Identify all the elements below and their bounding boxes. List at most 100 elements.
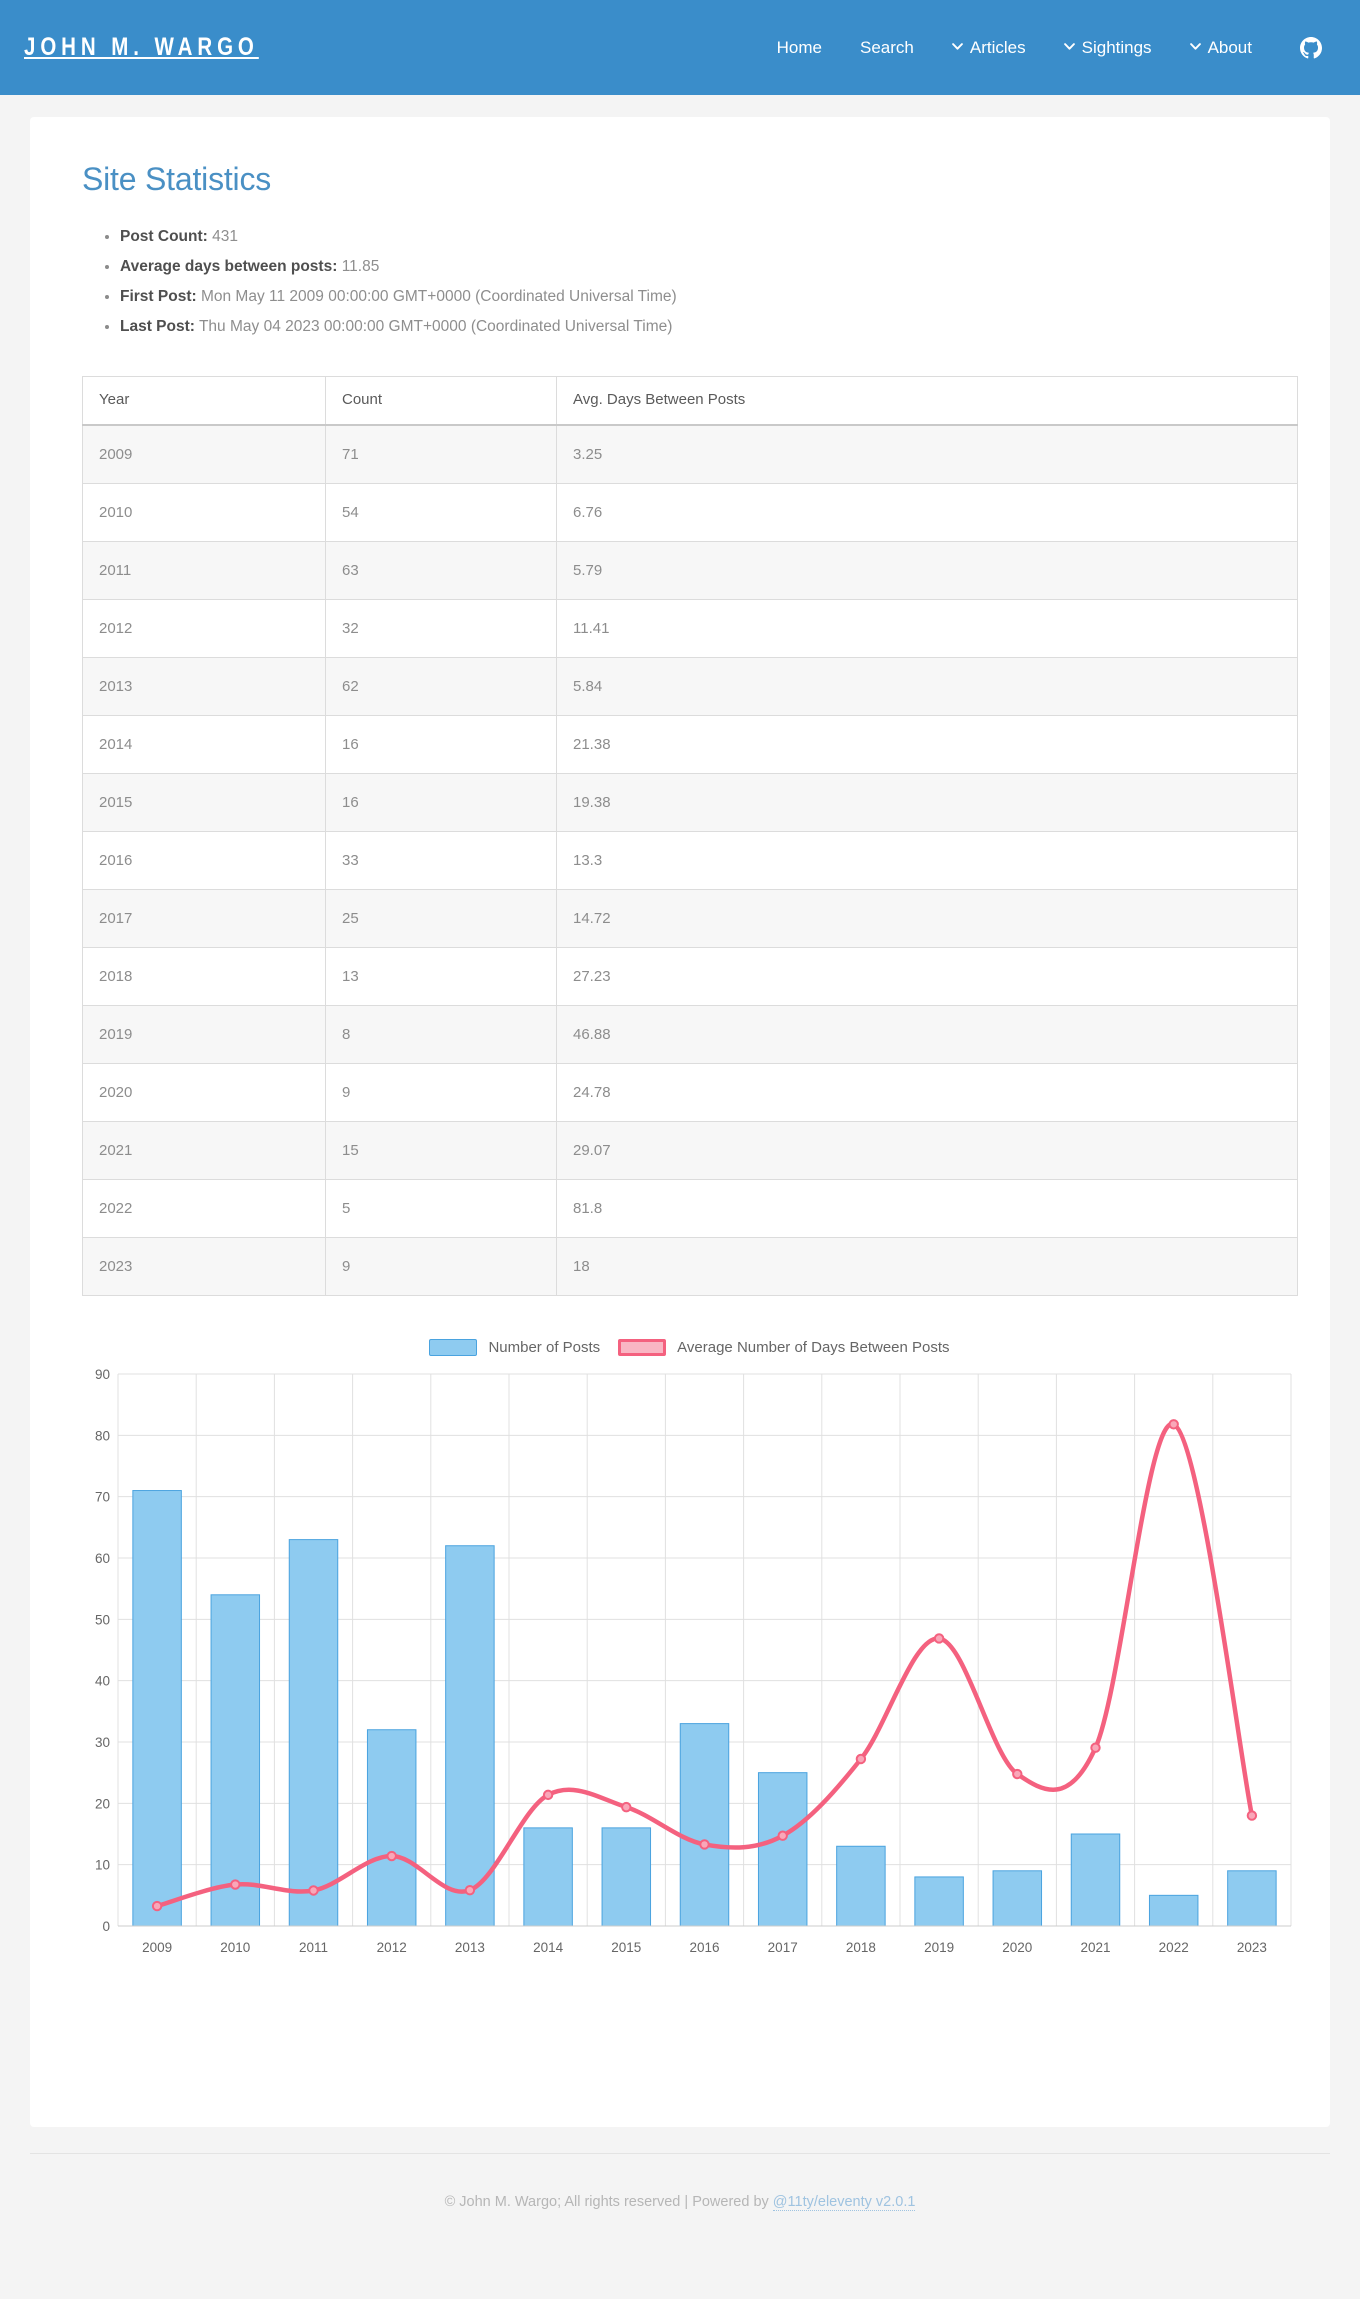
legend-item-number-of-posts[interactable]: Number of Posts <box>429 1338 600 1356</box>
nav-item-home[interactable]: Home <box>777 38 822 58</box>
chevron-down-icon <box>952 41 963 52</box>
bar[interactable] <box>601 1827 652 1927</box>
x-axis-tick-label: 2009 <box>142 1940 172 1955</box>
cell-year: 2020 <box>82 1063 326 1122</box>
line-data-point[interactable] <box>151 1900 163 1912</box>
bar[interactable] <box>679 1723 730 1927</box>
line-data-point[interactable] <box>1168 1419 1179 1430</box>
bar[interactable] <box>757 1772 808 1927</box>
bar[interactable] <box>1070 1833 1121 1927</box>
cell-avg-days: 29.07 <box>556 1121 1298 1180</box>
bar[interactable] <box>1227 1870 1277 1927</box>
table-row: 2010 54 6.76 <box>82 483 1298 542</box>
cell-avg-days: 46.88 <box>556 1005 1298 1064</box>
stat-label: Post Count: <box>120 228 208 245</box>
cell-year: 2014 <box>82 715 326 774</box>
cell-avg-days: 14.72 <box>556 889 1298 948</box>
bar[interactable] <box>914 1876 964 1927</box>
stat-label: First Post: <box>120 288 197 305</box>
cell-count: 25 <box>325 889 557 948</box>
legend-label: Average Number of Days Between Posts <box>677 1338 950 1356</box>
cell-year: 2023 <box>82 1237 326 1296</box>
cell-year: 2019 <box>82 1005 326 1064</box>
x-axis-tick-label: 2019 <box>924 1940 954 1955</box>
column-header-year: Year <box>82 376 326 426</box>
bar[interactable] <box>523 1827 573 1927</box>
cell-count: 16 <box>325 773 557 832</box>
cell-year: 2016 <box>82 831 326 890</box>
stat-value: Mon May 11 2009 00:00:00 GMT+0000 (Coord… <box>200 288 677 305</box>
cell-avg-days: 21.38 <box>556 715 1298 774</box>
x-axis-tick-label: 2013 <box>455 1940 485 1955</box>
eleventy-link[interactable]: @11ty/eleventy v2.0.1 <box>772 2194 916 2211</box>
table-row: 2011 63 5.79 <box>82 541 1298 600</box>
legend-item-average-days[interactable]: Average Number of Days Between Posts <box>618 1338 950 1356</box>
line-data-point[interactable] <box>855 1753 867 1765</box>
cell-avg-days: 24.78 <box>556 1063 1298 1122</box>
cell-count: 13 <box>325 947 557 1006</box>
x-axis-tick-label: 2012 <box>377 1940 407 1955</box>
column-header-count: Count <box>325 376 557 426</box>
main-navigation: Home Search Articles Sightings About <box>777 36 1330 59</box>
line-data-point[interactable] <box>542 1789 554 1801</box>
table-row: 2020 9 24.78 <box>82 1063 1298 1122</box>
bar[interactable] <box>1148 1894 1199 1927</box>
nav-item-about[interactable]: About <box>1189 38 1252 58</box>
y-axis-tick-label: 40 <box>95 1674 110 1689</box>
footer-copyright: © John M. Wargo; All rights reserved | P… <box>444 2194 773 2210</box>
bar[interactable] <box>132 1490 182 1927</box>
nav-item-sightings[interactable]: Sightings <box>1063 38 1152 58</box>
site-brand-logo[interactable]: JOHN M. WARGO <box>24 33 259 62</box>
github-icon[interactable] <box>1300 36 1322 59</box>
cell-avg-days: 5.84 <box>556 657 1298 716</box>
table-row: 2017 25 14.72 <box>82 889 1298 948</box>
bar[interactable] <box>288 1539 339 1927</box>
nav-item-label: Home <box>776 37 823 57</box>
line-data-point[interactable] <box>386 1850 397 1862</box>
bar[interactable] <box>210 1594 261 1927</box>
line-data-point[interactable] <box>1012 1768 1023 1780</box>
x-axis-tick-label: 2018 <box>846 1940 876 1955</box>
chart-canvas[interactable]: 0 10 20 30 40 50 60 70 80 90 2009 2010 2011 2012 2013 2… <box>82 1366 1297 1966</box>
x-axis-tick-label: 2014 <box>533 1940 564 1955</box>
line-data-point[interactable] <box>933 1633 945 1644</box>
cell-count: 32 <box>325 599 557 658</box>
y-axis-tick-label: 80 <box>95 1428 110 1443</box>
table-row: 2021 15 29.07 <box>82 1121 1298 1180</box>
chevron-down-icon <box>1189 41 1201 52</box>
line-data-point[interactable] <box>699 1839 710 1850</box>
line-data-point[interactable] <box>777 1830 788 1841</box>
x-axis-tick-label: 2020 <box>1002 1940 1032 1955</box>
line-data-point[interactable] <box>464 1884 476 1896</box>
y-axis-tick-label: 60 <box>95 1551 110 1566</box>
cell-count: 5 <box>325 1179 557 1238</box>
main-card: Site Statistics Post Count: 431 Average … <box>30 117 1330 2127</box>
y-axis-tick-label: 30 <box>95 1735 110 1750</box>
bar[interactable] <box>836 1845 886 1927</box>
line-data-point[interactable] <box>621 1801 632 1813</box>
line-data-point[interactable] <box>1246 1810 1258 1821</box>
cell-year: 2011 <box>82 541 326 600</box>
cell-year: 2013 <box>82 657 326 716</box>
line-data-point[interactable] <box>1090 1742 1101 1753</box>
table-row: 2009 71 3.25 <box>82 424 1298 484</box>
line-data-point[interactable] <box>308 1885 319 1896</box>
line-data-point[interactable] <box>230 1879 241 1890</box>
y-axis-tick-label: 90 <box>95 1367 110 1382</box>
table-row: 2018 13 27.23 <box>82 947 1298 1006</box>
cell-avg-days: 5.79 <box>556 541 1298 600</box>
cell-count: 33 <box>325 831 557 890</box>
table-row: 2015 16 19.38 <box>82 773 1298 832</box>
footer-text: © John M. Wargo; All rights reserved | P… <box>30 2194 1330 2211</box>
bar[interactable] <box>366 1729 417 1927</box>
cell-year: 2015 <box>82 773 326 832</box>
x-axis-tick-label: 2022 <box>1159 1940 1189 1955</box>
nav-item-search[interactable]: Search <box>860 38 914 58</box>
bar[interactable] <box>992 1870 1043 1927</box>
table-row: 2012 32 11.41 <box>82 599 1298 658</box>
cell-avg-days: 19.38 <box>556 773 1298 832</box>
page-title: Site Statistics <box>82 161 272 197</box>
nav-item-articles[interactable]: Articles <box>952 38 1026 58</box>
x-axis-tick-label: 2010 <box>220 1940 250 1955</box>
bar[interactable] <box>445 1545 495 1927</box>
